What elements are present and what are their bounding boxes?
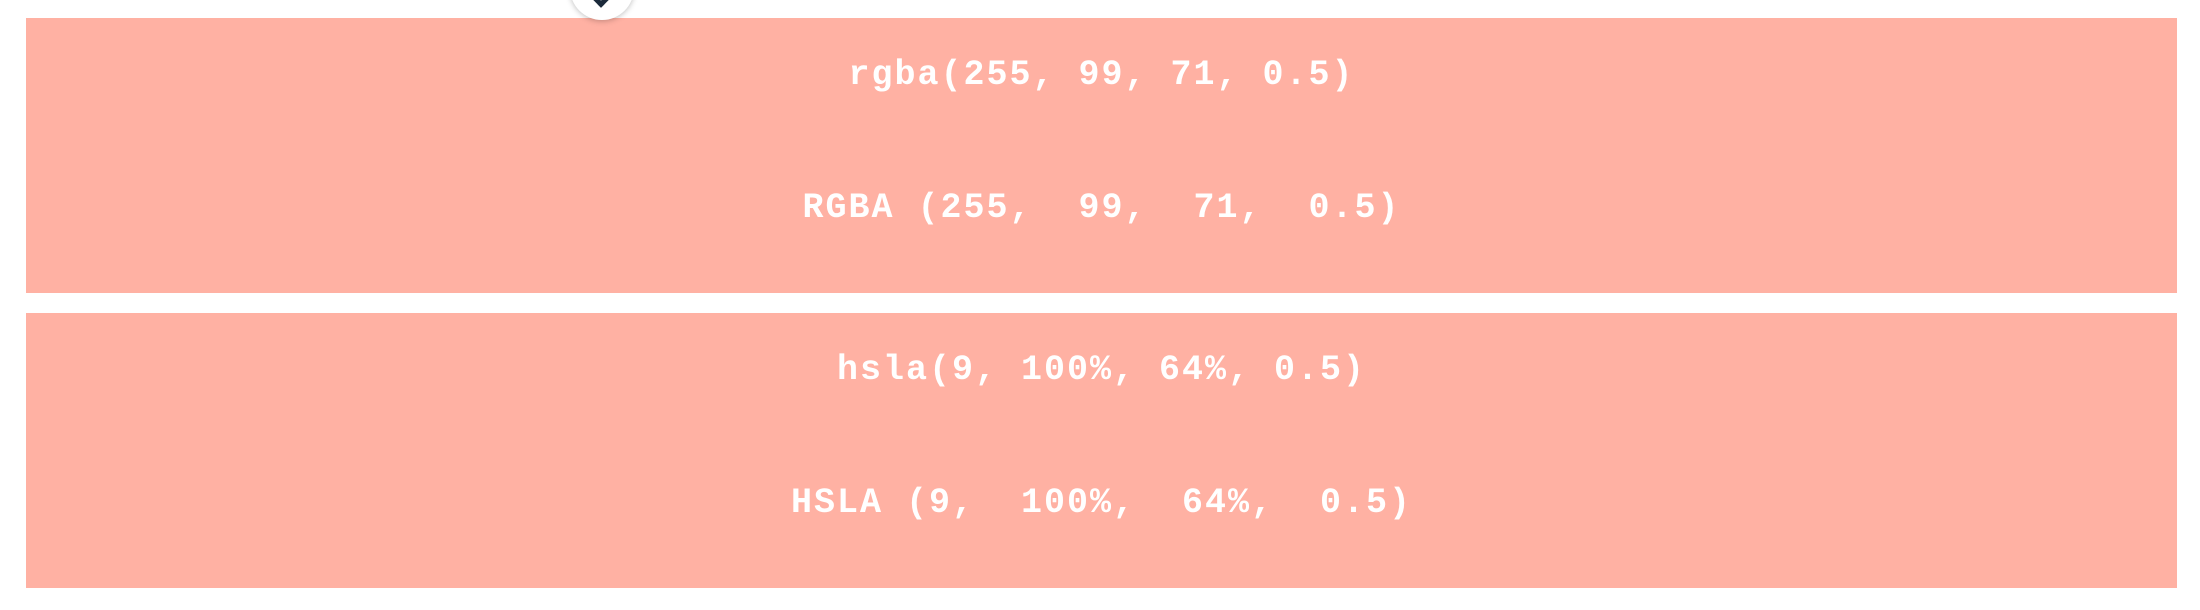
rgba-uppercase-label: RGBA (255, 99, 71, 0.5) [802, 188, 1401, 228]
hsla-uppercase-label: HSLA (9, 100%, 64%, 0.5) [790, 483, 1413, 523]
color-demo-page: rgba(255, 99, 71, 0.5) RGBA (255, 99, 71… [0, 0, 2200, 610]
scroll-to-top-button[interactable] [570, 0, 634, 20]
rgba-color-swatch: rgba(255, 99, 71, 0.5) RGBA (255, 99, 71… [26, 18, 2177, 293]
chevron-up-icon [588, 0, 614, 8]
hsla-color-swatch: hsla(9, 100%, 64%, 0.5) HSLA (9, 100%, 6… [26, 313, 2177, 588]
hsla-function-label: hsla(9, 100%, 64%, 0.5) [836, 350, 1367, 390]
rgba-function-label: rgba(255, 99, 71, 0.5) [848, 55, 1355, 95]
